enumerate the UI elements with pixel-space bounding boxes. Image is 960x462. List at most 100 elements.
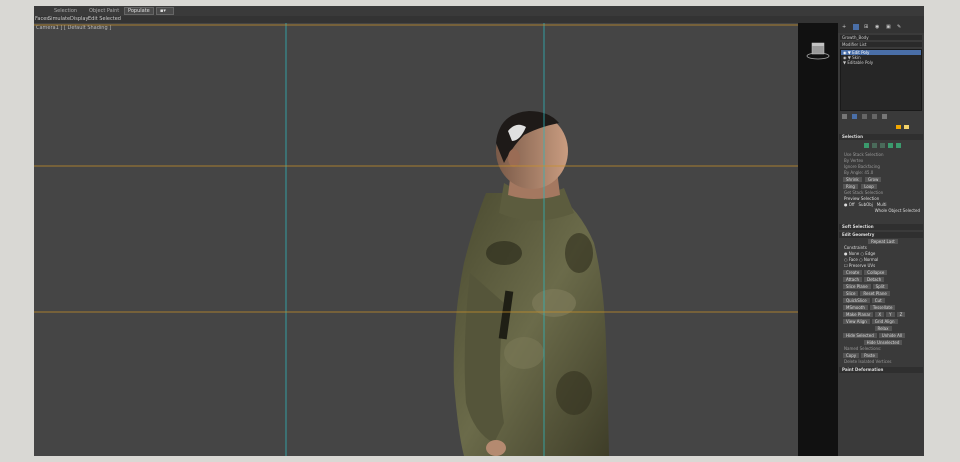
selection-rollout-title[interactable]: Selection (839, 134, 923, 140)
quickslice-cut-row: QuickSlice Cut (838, 297, 924, 304)
grid-align-button[interactable]: Grid Align (871, 319, 898, 324)
constraint-none-radio[interactable]: None (849, 251, 859, 256)
relax-button[interactable]: Relax (874, 326, 892, 331)
x-button[interactable]: X (875, 312, 885, 317)
selection-option[interactable]: By Angle: 45.0 (838, 170, 924, 176)
soft-selection-rollout-title[interactable]: Soft Selection (839, 224, 923, 230)
slice-reset-row: Slice Reset Plane (838, 290, 924, 297)
collapse-button[interactable]: Collapse (864, 270, 888, 275)
menu-bar: Faces Simulate Display Edit Selected (34, 16, 924, 23)
tessellate-button[interactable]: Tessellate (869, 305, 896, 310)
configure-sets-icon[interactable] (882, 114, 887, 119)
polygon-mode-icon[interactable] (888, 143, 893, 148)
msmooth-tessellate-row: MSmooth Tessellate (838, 304, 924, 311)
create-button[interactable]: Create (843, 270, 863, 275)
remove-modifier-icon[interactable] (872, 114, 877, 119)
slice-plane-row: Slice Plane Split (838, 283, 924, 290)
utilities-tab-icon[interactable]: ✎ (897, 24, 903, 30)
repeat-last-button[interactable]: Repeat Last (868, 239, 898, 244)
viewcube-icon[interactable] (806, 39, 830, 61)
shrink-button[interactable]: Shrink (843, 177, 862, 182)
ring-button[interactable]: Ring (843, 184, 858, 189)
slice-plane-button[interactable]: Slice Plane (843, 284, 871, 289)
modifier-stack: ◉ ▼ Edit Poly ◉ ▼ Skin ▼ Editable Poly (840, 49, 922, 111)
viewport-scene (34, 23, 798, 456)
object-name-field[interactable]: Growth_Body (840, 35, 922, 40)
slice-button[interactable]: Slice (843, 291, 859, 296)
preserve-uvs-checkbox[interactable]: ☐ Preserve UVs (838, 263, 924, 269)
y-button[interactable]: Y (886, 312, 895, 317)
soldier-model[interactable] (453, 111, 609, 456)
msmooth-button[interactable]: MSmooth (843, 305, 868, 310)
constraint-edge-radio[interactable]: Edge (865, 251, 875, 256)
constraint-normal-radio[interactable]: Normal (864, 257, 878, 262)
show-end-result-icon[interactable] (852, 114, 857, 119)
preserve-uvs-label: Preserve UVs (848, 263, 876, 268)
preview-multi-radio[interactable]: Multi (877, 202, 887, 207)
modifier-list-dropdown[interactable]: Modifier List (840, 42, 922, 47)
loop-button[interactable]: Loop (861, 184, 877, 189)
extra-dropdown[interactable]: ▪▾ (156, 7, 174, 15)
motion-tab-icon[interactable]: ◉ (875, 24, 881, 30)
create-collapse-row: Create Collapse (838, 269, 924, 276)
subobject-icons (840, 142, 922, 150)
z-button[interactable]: Z (896, 312, 906, 317)
command-panel: + ⊞ ◉ ▣ ✎ Growth_Body Modifier List ◉ ▼ … (838, 23, 924, 456)
paste-button[interactable]: Paste (861, 353, 878, 358)
edge-mode-icon[interactable] (872, 143, 877, 148)
preview-off-radio[interactable]: Off (849, 202, 855, 207)
menu-item-simulate[interactable]: Simulate (48, 16, 70, 22)
make-unique-icon[interactable] (862, 114, 867, 119)
hierarchy-tab-icon[interactable]: ⊞ (864, 24, 870, 30)
preview-subobj-radio[interactable]: SubObj (859, 202, 873, 207)
shrink-grow-row: Shrink Grow (838, 176, 924, 183)
align-row: View Align Grid Align (838, 318, 924, 325)
reset-plane-button[interactable]: Reset Plane (860, 291, 890, 296)
object-paint-tab[interactable]: Object Paint (89, 8, 119, 14)
whole-object-status: Whole Object Selected (874, 208, 920, 213)
make-planar-row: Make Planar X Y Z (838, 311, 924, 318)
paint-deformation-rollout-title[interactable]: Paint Deformation (839, 367, 923, 373)
create-tab-icon[interactable]: + (842, 24, 848, 30)
hide-unselected-row: Hide Unselected (838, 339, 924, 346)
attach-detach-row: Attach Detach (838, 276, 924, 283)
viewcube-strip (798, 23, 838, 456)
selection-tab[interactable]: Selection (54, 8, 77, 14)
grow-button[interactable]: Grow (864, 177, 882, 182)
copy-paste-row: Copy Paste (838, 352, 924, 359)
vertex-mode-icon[interactable] (864, 143, 869, 148)
swatch-icon[interactable] (896, 125, 901, 129)
border-mode-icon[interactable] (880, 143, 885, 148)
display-tab-icon[interactable]: ▣ (886, 24, 892, 30)
hide-unselected-button[interactable]: Hide Unselected (863, 340, 903, 345)
copy-button[interactable]: Copy (843, 353, 860, 358)
delete-isolated-checkbox[interactable]: Delete Isolated Vertices (838, 359, 924, 365)
constraint-face-radio[interactable]: Face (849, 257, 858, 262)
stack-item-editable-poly[interactable]: ▼ Editable Poly (841, 60, 921, 65)
app-window: Selection Object Paint Populate ▪▾ Faces… (34, 6, 924, 456)
stack-marker: ▼ (843, 60, 847, 65)
populate-tab[interactable]: Populate (124, 7, 154, 15)
ring-loop-row: Ring Loop (838, 183, 924, 190)
cut-button[interactable]: Cut (871, 298, 885, 303)
named-selections-label: Named Selections: (844, 346, 882, 351)
quickslice-button[interactable]: QuickSlice (843, 298, 870, 303)
menu-item-display[interactable]: Display (70, 16, 88, 22)
selection-swatches (838, 123, 924, 132)
menu-item-faces[interactable]: Faces (35, 16, 49, 22)
stack-item-label: Editable Poly (847, 60, 874, 65)
modify-tab-icon[interactable] (853, 24, 859, 30)
make-planar-button[interactable]: Make Planar (843, 312, 874, 317)
swatch-icon[interactable] (904, 125, 909, 129)
command-panel-tabs: + ⊞ ◉ ▣ ✎ (838, 23, 924, 33)
menu-item-edit-selected[interactable]: Edit Selected (88, 16, 121, 22)
hide-selected-button[interactable]: Hide Selected (843, 333, 877, 338)
camera-viewport[interactable]: Camera1 ] [ Default Shading ] (34, 23, 798, 456)
detach-button[interactable]: Detach (864, 277, 885, 282)
element-mode-icon[interactable] (896, 143, 901, 148)
attach-button[interactable]: Attach (843, 277, 862, 282)
pin-stack-icon[interactable] (842, 114, 847, 119)
split-checkbox[interactable]: Split (872, 284, 888, 289)
unhide-all-button[interactable]: Unhide All (878, 333, 906, 338)
view-align-button[interactable]: View Align (843, 319, 870, 324)
